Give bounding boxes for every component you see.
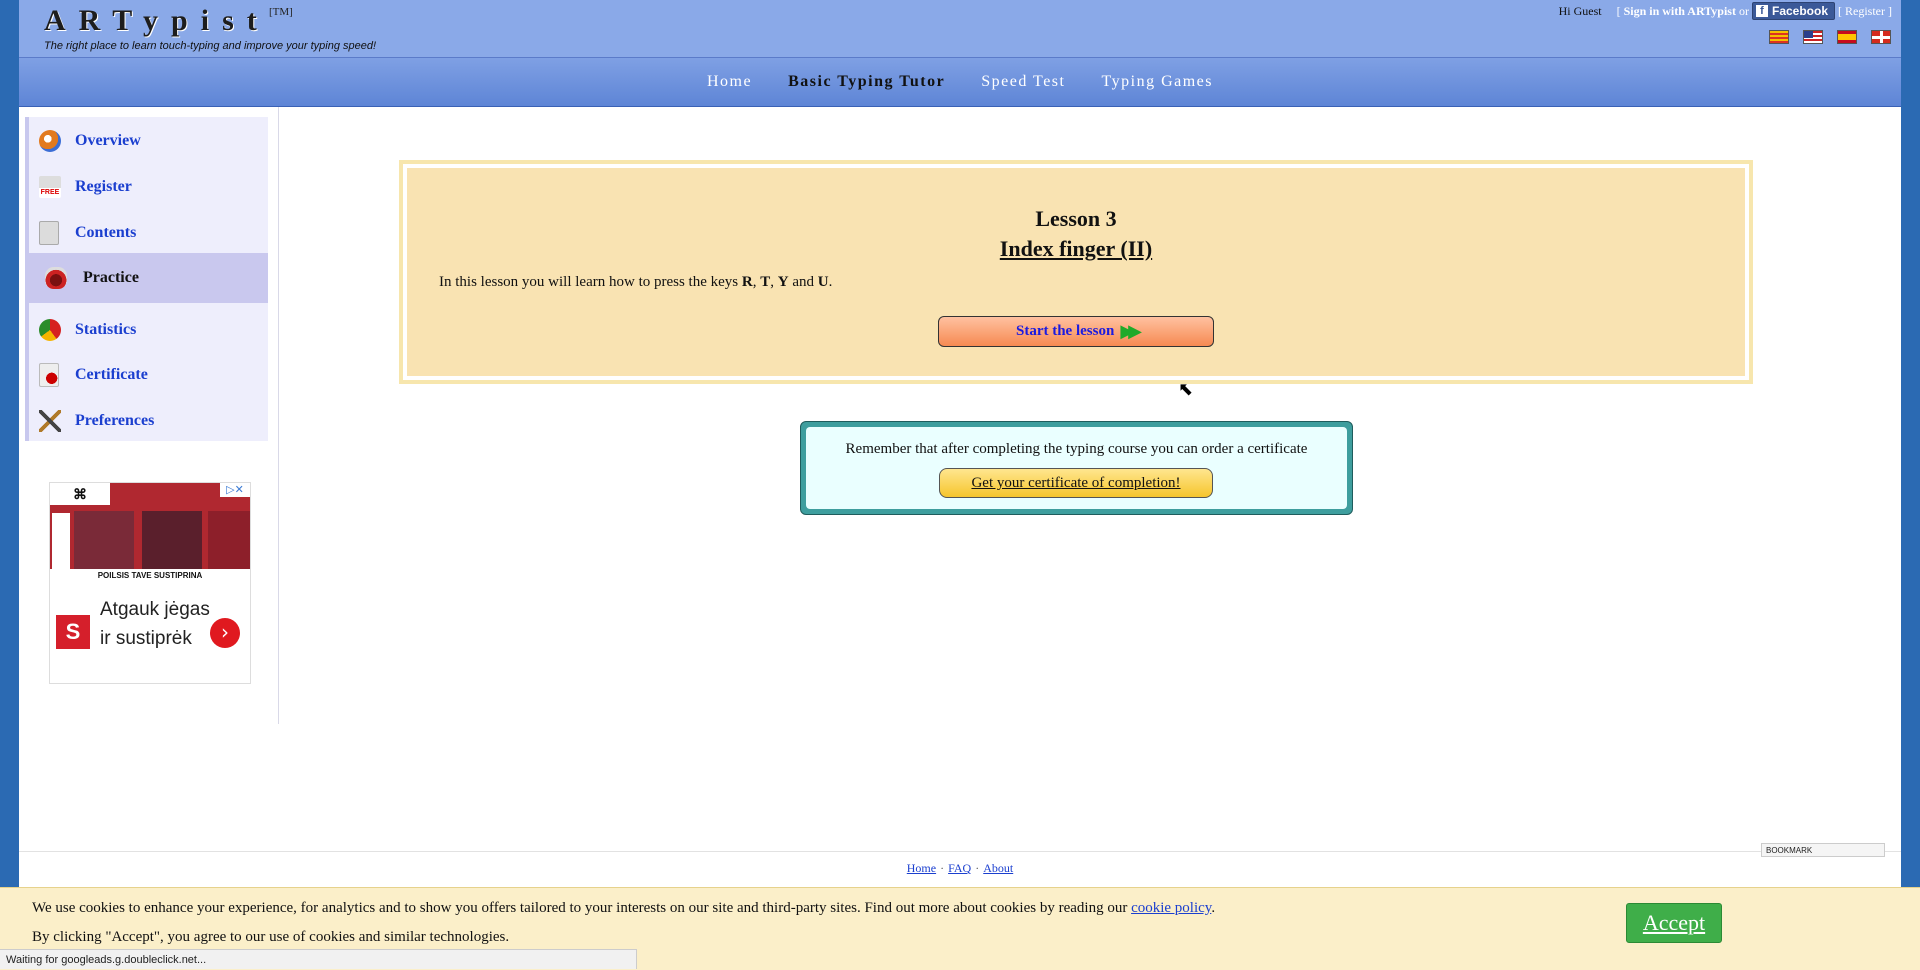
ad-brand-logo: ⌘: [50, 483, 110, 505]
user-bar: Hi Guest [ Sign in with ARTypist or f Fa…: [1559, 2, 1895, 20]
sidebar-item-register[interactable]: FREE Register: [29, 167, 268, 207]
nav-speed-test[interactable]: Speed Test: [981, 73, 1065, 91]
free-register-icon: FREE: [39, 176, 61, 198]
basque-flag-icon[interactable]: [1871, 30, 1891, 44]
start-lesson-button[interactable]: Start the lesson ▶▶: [938, 316, 1214, 347]
ad-tagline: POILSIS TAVE SUSTIPRINA: [50, 569, 250, 583]
bookmark-button[interactable]: BOOKMARK: [1761, 843, 1885, 857]
key-r: R: [741, 274, 753, 290]
facebook-label: Facebook: [1771, 4, 1828, 18]
greeting: Hi Guest: [1558, 3, 1602, 18]
overview-icon: [39, 130, 61, 152]
bracket-open: [: [1616, 3, 1621, 18]
sidebar-item-overview[interactable]: Overview: [29, 121, 268, 161]
accept-cookies-button[interactable]: Accept: [1626, 903, 1722, 943]
sidebar-item-practice[interactable]: Practice: [29, 253, 268, 303]
lesson-panel: Lesson 3 Index finger (II) In this lesso…: [399, 160, 1753, 384]
cookie-policy-link[interactable]: cookie policy: [1131, 900, 1211, 916]
start-lesson-label: Start the lesson: [1015, 323, 1115, 339]
main-nav: Home Basic Typing Tutor Speed Test Typin…: [19, 58, 1901, 107]
nav-home[interactable]: Home: [707, 73, 752, 91]
footer-links: Home · FAQ · About: [906, 861, 1014, 875]
sidebar: Overview FREE Register Contents Practice…: [25, 117, 268, 441]
sidebar-item-statistics[interactable]: Statistics: [29, 310, 268, 350]
or-text: or: [1738, 3, 1749, 18]
lesson-number: Lesson 3: [1035, 206, 1117, 231]
ad-arrow-icon[interactable]: ›: [210, 618, 240, 648]
key-t: T: [760, 274, 771, 290]
footer-home-link[interactable]: Home: [907, 861, 936, 875]
key-u: U: [817, 274, 829, 290]
preferences-icon: [39, 410, 61, 432]
ad-banner-image[interactable]: ⌘ ▷✕ POILSIS TAVE SUSTIPRINA: [50, 483, 250, 583]
bracket-open-2: [: [1838, 3, 1842, 18]
mouse-cursor-icon: ⬉: [1178, 379, 1194, 400]
nav-typing-games[interactable]: Typing Games: [1101, 73, 1213, 91]
english-flag-icon[interactable]: [1803, 30, 1823, 44]
sidebar-divider: [278, 107, 279, 724]
statistics-icon: [39, 319, 61, 341]
facebook-icon: f: [1755, 5, 1768, 17]
sidebar-item-preferences[interactable]: Preferences: [29, 401, 268, 441]
ad-photo: [74, 511, 134, 569]
get-certificate-button[interactable]: Get your certificate of completion!: [939, 468, 1213, 498]
lesson-title: Index finger (II): [999, 236, 1153, 261]
tagline: The right place to learn touch-typing an…: [44, 40, 377, 52]
nav-basic-typing-tutor[interactable]: Basic Typing Tutor: [788, 73, 945, 91]
certificate-panel-inner: Remember that after completing the typin…: [806, 427, 1347, 509]
spanish-flag-icon[interactable]: [1837, 30, 1857, 44]
certificate-reminder: Remember that after completing the typin…: [845, 441, 1308, 457]
sidebar-item-certificate[interactable]: Certificate: [29, 355, 268, 395]
trademark: [TM]: [269, 6, 293, 18]
browser-status-bar: Waiting for googleads.g.doubleclick.net.…: [0, 949, 637, 969]
cookie-consent-text: By clicking "Accept", you agree to our u…: [32, 929, 510, 945]
username: Guest: [1573, 3, 1602, 18]
footer-about-link[interactable]: About: [983, 861, 1013, 875]
fast-forward-icon: ▶▶: [1120, 321, 1142, 342]
sidebar-item-contents[interactable]: Contents: [29, 213, 268, 253]
advertisement[interactable]: ⌘ ▷✕ POILSIS TAVE SUSTIPRINA S Atgauk jė…: [49, 482, 251, 684]
ad-photo: [142, 511, 202, 569]
signin-link[interactable]: Sign in with ARTypist: [1624, 4, 1736, 19]
key-y: Y: [777, 274, 789, 290]
facebook-login-button[interactable]: f Facebook: [1751, 2, 1835, 20]
top-header: ARTypist [TM] The right place to learn t…: [19, 0, 1901, 58]
lesson-description: In this lesson you will learn how to pre…: [439, 274, 833, 290]
ad-photo: [208, 511, 250, 569]
language-flags: [1769, 30, 1891, 44]
footer-divider: [19, 851, 1901, 852]
bracket-close: ]: [1888, 3, 1892, 18]
ad-text[interactable]: Atgauk jėgas ir sustiprėk: [100, 595, 210, 653]
site-logo[interactable]: ARTypist: [44, 4, 270, 38]
certificate-icon: [39, 363, 59, 387]
certificate-panel: Remember that after completing the typin…: [800, 421, 1353, 515]
footer-faq-link[interactable]: FAQ: [948, 861, 971, 875]
ad-logo-icon: S: [56, 615, 90, 649]
practice-icon: [45, 267, 67, 289]
contents-icon: [39, 221, 59, 245]
catalan-flag-icon[interactable]: [1769, 30, 1789, 44]
page: ARTypist [TM] The right place to learn t…: [19, 0, 1901, 969]
register-link[interactable]: Register: [1845, 4, 1885, 19]
ad-side-strip: [52, 513, 70, 569]
lesson-panel-inner: Lesson 3 Index finger (II) In this lesso…: [407, 168, 1745, 376]
cookie-text: We use cookies to enhance your experienc…: [32, 900, 1216, 916]
ad-close-icon[interactable]: ▷✕: [220, 483, 250, 497]
